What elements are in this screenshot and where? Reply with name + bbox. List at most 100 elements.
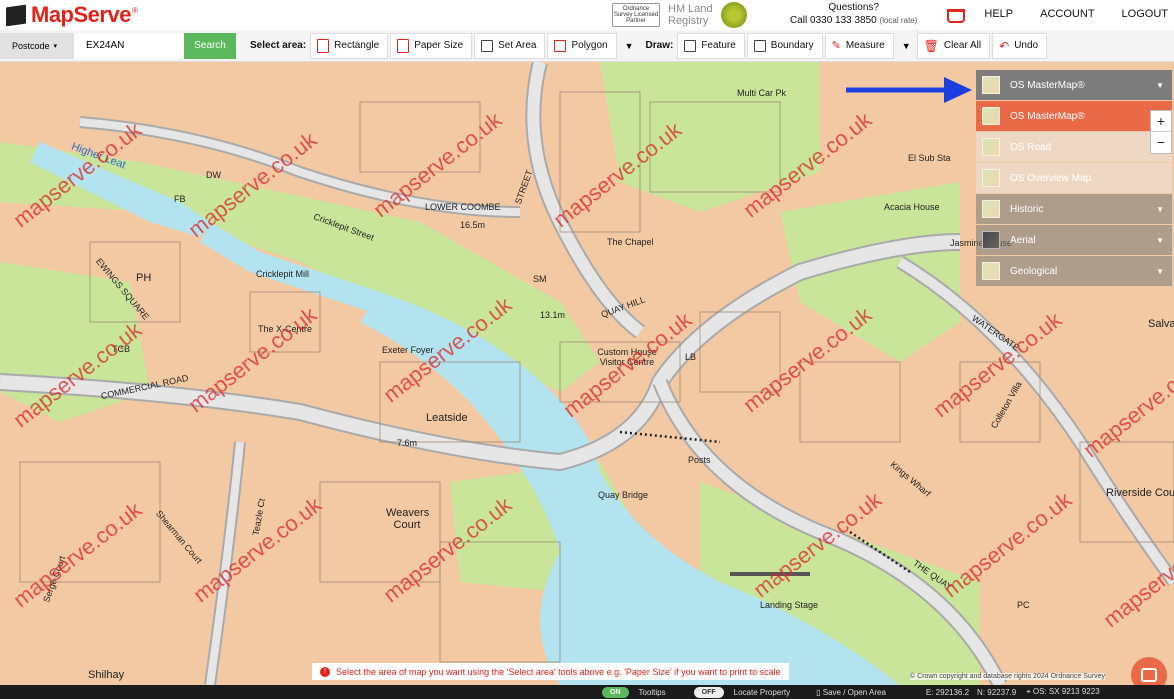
layer-thumbnail-icon — [982, 76, 1000, 94]
questions-label: Questions? — [828, 2, 879, 13]
measure-button[interactable]: ✎ Measure — [824, 32, 894, 59]
map-label: 16.5m — [460, 220, 486, 230]
nav-help[interactable]: HELP — [984, 8, 1013, 20]
layer-thumbnail-icon — [982, 200, 1000, 218]
boundary-button[interactable]: Boundary — [746, 32, 823, 59]
os-ref-readout: ⌖ OS: SX 9213 9223 — [1026, 687, 1100, 696]
select-more-caret[interactable]: ▼ — [625, 41, 634, 51]
chevron-down-icon: ▼ — [1156, 235, 1164, 245]
map-label: PC — [1017, 600, 1030, 610]
layer-os-road[interactable]: OS Road — [976, 132, 1172, 162]
map-label: Quay Bridge — [598, 490, 649, 500]
layer-thumbnail-icon — [982, 231, 1000, 249]
ruler-icon: ✎ — [831, 40, 841, 52]
contact-info: Questions? Call 0330 133 3850 (local rat… — [790, 1, 917, 27]
save-open-area-link[interactable]: ▯ Save / Open Area — [816, 688, 886, 697]
tooltips-label: Tooltips — [638, 687, 666, 697]
map-label: LOWER COOMBE — [425, 202, 501, 212]
trash-icon: 🗑 — [923, 38, 939, 53]
current-layer-dropdown[interactable]: OS MasterMap® ▼ — [976, 70, 1172, 100]
zoom-control: + − — [1150, 110, 1172, 154]
logo[interactable]: MapServe ® — [6, 2, 138, 28]
undo-icon: ↶ — [999, 38, 1010, 53]
rectangle-button[interactable]: Rectangle — [310, 32, 389, 59]
logo-registered: ® — [131, 5, 138, 15]
rectangle-icon — [317, 38, 330, 53]
locate-property-label: Locate Property — [733, 687, 791, 697]
postcode-input[interactable]: EX24AN — [74, 32, 184, 59]
zoom-in-button[interactable]: + — [1151, 111, 1171, 132]
info-icon: ! — [320, 666, 330, 677]
polygon-button[interactable]: Polygon — [547, 32, 617, 59]
map-label: Shilhay — [88, 669, 125, 681]
layer-os-mastermap[interactable]: OS MasterMap® — [976, 101, 1172, 131]
set-area-button[interactable]: Set Area — [474, 32, 546, 59]
top-nav: HELP ACCOUNT LOGOUT — [984, 8, 1168, 20]
phone-number: Call 0330 133 3850 — [790, 15, 877, 26]
nav-account[interactable]: ACCOUNT — [1040, 8, 1094, 20]
draw-more-caret[interactable]: ▼ — [902, 41, 911, 51]
ordnance-survey-badge: Ordnance Survey Licensed Partner — [612, 3, 660, 27]
clear-all-button[interactable]: 🗑 Clear All — [916, 32, 991, 59]
northing-readout: N: 92237.9 — [977, 687, 1017, 697]
postcode-dropdown[interactable]: Postcode ▾ — [0, 32, 74, 59]
map-label: Leatside — [426, 412, 468, 424]
layer-aerial[interactable]: Aerial ▼ — [976, 225, 1172, 255]
map-label: LB — [685, 352, 697, 362]
map-label: 7.6m — [397, 438, 418, 448]
layer-panel: OS MasterMap® ▼ OS MasterMap® OS Road OS… — [976, 70, 1172, 287]
layer-thumbnail-icon — [982, 262, 1000, 280]
polygon-icon — [554, 39, 567, 52]
map-label: SM — [533, 274, 547, 284]
layer-thumbnail-icon — [982, 138, 1000, 156]
map-label: The Chapel — [607, 237, 654, 247]
status-bar: ON Tooltips OFF Locate Property ▯ Save /… — [0, 685, 1174, 699]
nav-logout[interactable]: LOGOUT — [1122, 8, 1168, 20]
logo-text: MapServe — [31, 2, 131, 27]
copyright-notice: © Crown copyright and database rights 20… — [910, 673, 1106, 680]
feature-button[interactable]: Feature — [677, 32, 745, 59]
map-label: Weavers Court — [386, 507, 430, 531]
layer-geological[interactable]: Geological ▼ — [976, 256, 1172, 286]
layer-thumbnail-icon — [982, 169, 1000, 187]
chat-icon — [1141, 668, 1157, 682]
chevron-down-icon: ▼ — [1156, 80, 1164, 90]
toolbar: Postcode ▾ EX24AN Search Select area: Rec… — [0, 30, 1174, 62]
map-label: Landing Stage — [760, 600, 819, 610]
layer-historic[interactable]: Historic ▼ — [976, 194, 1172, 224]
mapserve-app: MapServe ® Ordnance Survey Licensed Part… — [0, 0, 1174, 699]
paper-icon — [397, 38, 410, 53]
feature-icon — [684, 39, 697, 52]
map-label: Posts — [688, 455, 711, 465]
map-label: PH — [136, 272, 152, 284]
undo-button[interactable]: ↶ Undo — [992, 32, 1048, 59]
zoom-out-button[interactable]: − — [1151, 132, 1171, 153]
map-label: 13.1m — [540, 310, 566, 320]
map-label: Multi Car Pk — [737, 88, 787, 98]
set-area-icon — [481, 39, 494, 52]
select-area-label: Select area: — [250, 40, 307, 51]
locate-property-toggle[interactable]: OFF — [693, 686, 724, 698]
layers-logo-icon — [6, 4, 26, 27]
map-label: Acacia House — [884, 202, 940, 212]
instruction-tip: ! Select the area of map you want using … — [312, 663, 789, 680]
land-registry-emblem-icon — [720, 2, 747, 28]
paper-size-button[interactable]: Paper Size — [390, 32, 473, 59]
tooltips-toggle[interactable]: ON — [602, 686, 629, 698]
header: MapServe ® Ordnance Survey Licensed Part… — [0, 0, 1174, 30]
map-label: Riverside Court — [1106, 487, 1174, 499]
boundary-icon — [753, 39, 766, 52]
chevron-down-icon: ▼ — [1156, 204, 1164, 214]
map-label: Cricklepit Mill — [256, 269, 310, 279]
layer-thumbnail-icon — [982, 107, 1000, 125]
chevron-down-icon: ▼ — [1156, 266, 1164, 276]
draw-label: Draw: — [645, 40, 674, 51]
basket-icon[interactable] — [947, 9, 965, 23]
search-button[interactable]: Search — [184, 32, 236, 59]
map-label: El Sub Sta — [908, 153, 951, 163]
layer-os-overview[interactable]: OS Overview Map — [976, 163, 1172, 193]
phone-note: (local rate) — [879, 16, 918, 25]
map-label: Salva Te — [1148, 318, 1174, 330]
partner-logos: Ordnance Survey Licensed Partner HM Land… — [612, 2, 747, 28]
arrow-annotation-icon — [846, 77, 972, 103]
